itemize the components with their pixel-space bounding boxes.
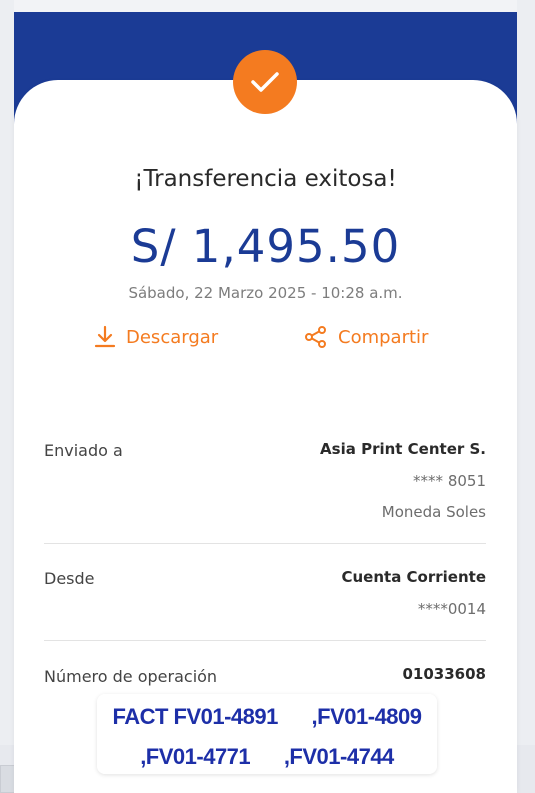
from-label: Desde <box>44 569 95 588</box>
recipient-name: Asia Print Center S. <box>320 440 486 458</box>
download-label: Descargar <box>126 326 219 348</box>
share-label: Compartir <box>338 326 429 348</box>
success-badge <box>233 50 297 114</box>
background-app-right <box>517 0 535 793</box>
download-icon <box>94 325 116 348</box>
share-button[interactable]: Compartir <box>304 325 428 349</box>
recipient-account: **** 8051 <box>413 472 486 490</box>
success-title: ¡Transferencia exitosa! <box>134 166 397 192</box>
divider <box>44 543 486 544</box>
background-app-left <box>0 0 14 793</box>
operation-number: 01033608 <box>402 665 487 683</box>
divider <box>44 640 486 641</box>
share-icon <box>305 326 326 348</box>
recipient-currency: Moneda Soles <box>381 503 486 521</box>
transfer-amount: S/ 1,495.50 <box>130 220 401 273</box>
transfer-datetime: Sábado, 22 Marzo 2025 - 10:28 a.m. <box>128 284 403 302</box>
sent-to-label: Enviado a <box>44 441 123 460</box>
operation-number-label: Número de operación <box>44 667 218 686</box>
invoice-note-line-2: ,FV01-4771 ,FV01-4744 <box>140 744 394 769</box>
download-button[interactable]: Descargar <box>94 325 218 349</box>
source-account-number: ****0014 <box>417 600 486 618</box>
screen: ¡Transferencia exitosa! S/ 1,495.50 Sába… <box>0 0 535 793</box>
source-account-type: Cuenta Corriente <box>341 568 487 586</box>
invoice-note-line-1: FACT FV01-4891 ,FV01-4809 <box>112 704 422 729</box>
checkmark-icon <box>251 72 279 92</box>
